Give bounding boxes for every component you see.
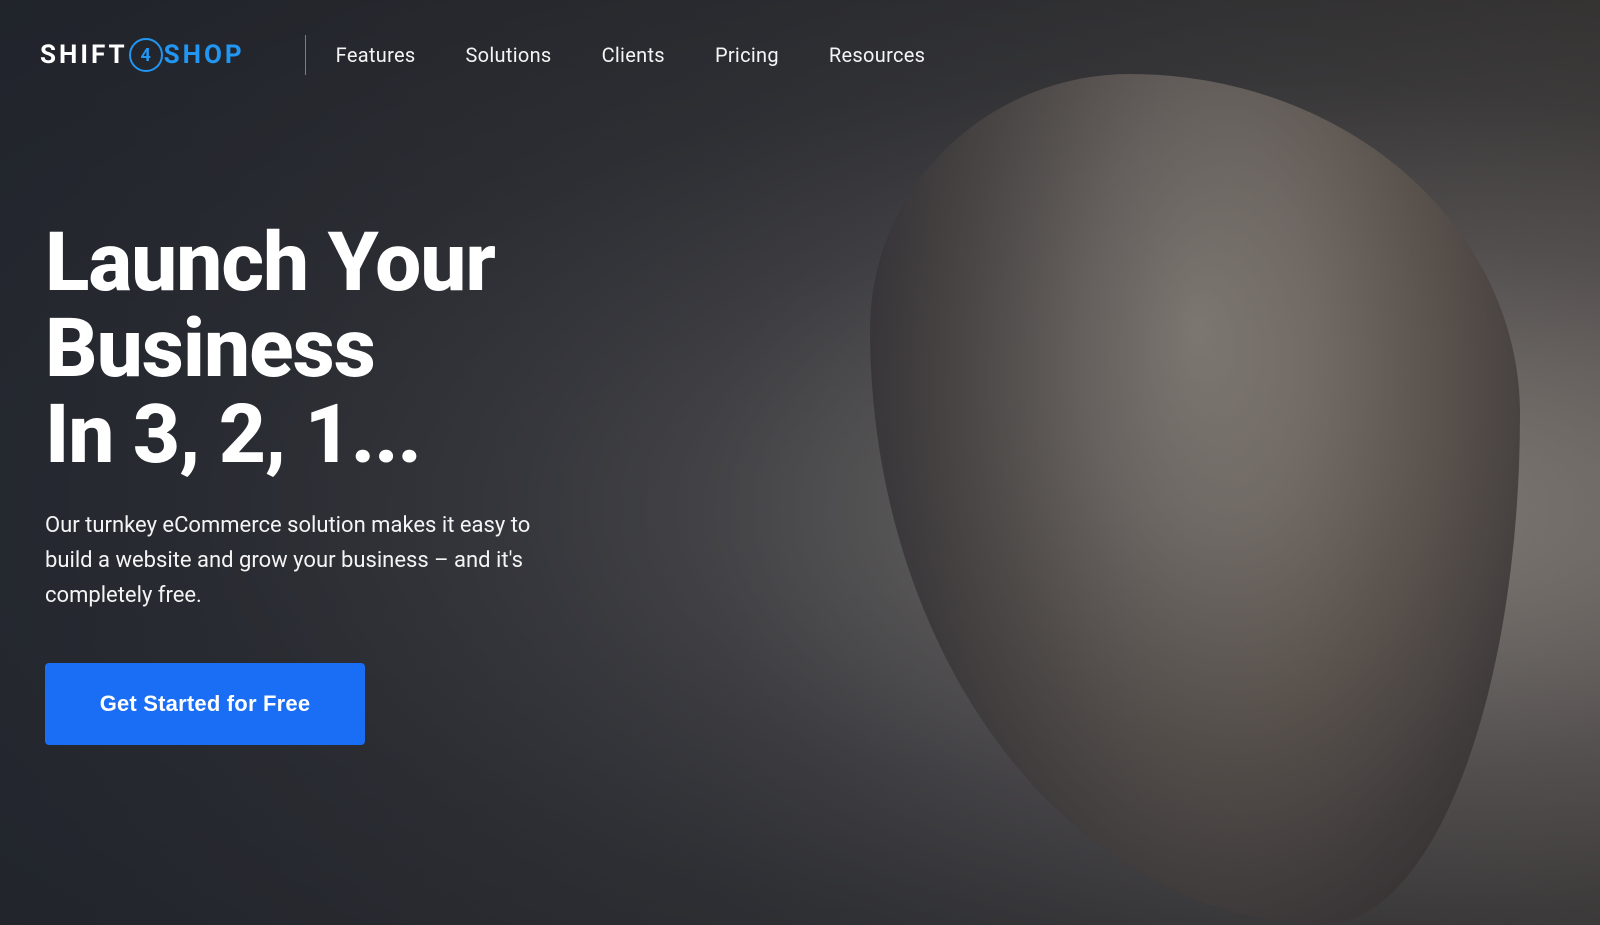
nav-item-clients[interactable]: Clients: [602, 43, 665, 67]
nav-item-pricing[interactable]: Pricing: [715, 43, 779, 67]
nav-divider: [305, 35, 306, 75]
nav-link-resources[interactable]: Resources: [829, 43, 925, 67]
nav-item-features[interactable]: Features: [336, 43, 416, 67]
hero-content: Launch Your Business In 3, 2, 1... Our t…: [0, 0, 880, 925]
nav-link-solutions[interactable]: Solutions: [466, 43, 552, 67]
logo-text: SHIFT 4 SHOP: [40, 38, 245, 72]
nav-item-resources[interactable]: Resources: [829, 43, 925, 67]
nav-link-clients[interactable]: Clients: [602, 43, 665, 67]
cta-button[interactable]: Get Started for Free: [45, 663, 365, 745]
hero-heading: Launch Your Business In 3, 2, 1...: [45, 220, 830, 478]
hero-subtext: Our turnkey eCommerce solution makes it …: [45, 508, 565, 614]
hero-section: SHIFT 4 SHOP Features Solutions Clients …: [0, 0, 1600, 925]
logo-number: 4: [129, 38, 163, 72]
hero-heading-line1: Launch Your Business: [45, 215, 495, 397]
logo-shop: SHOP: [164, 40, 245, 70]
nav-item-solutions[interactable]: Solutions: [466, 43, 552, 67]
nav-links: Features Solutions Clients Pricing Resou…: [336, 43, 926, 67]
navbar: SHIFT 4 SHOP Features Solutions Clients …: [0, 0, 1600, 110]
logo[interactable]: SHIFT 4 SHOP: [40, 38, 245, 72]
nav-link-features[interactable]: Features: [336, 43, 416, 67]
hero-heading-line2: In 3, 2, 1...: [45, 387, 421, 483]
logo-shift: SHIFT: [40, 40, 128, 70]
nav-link-pricing[interactable]: Pricing: [715, 43, 779, 67]
